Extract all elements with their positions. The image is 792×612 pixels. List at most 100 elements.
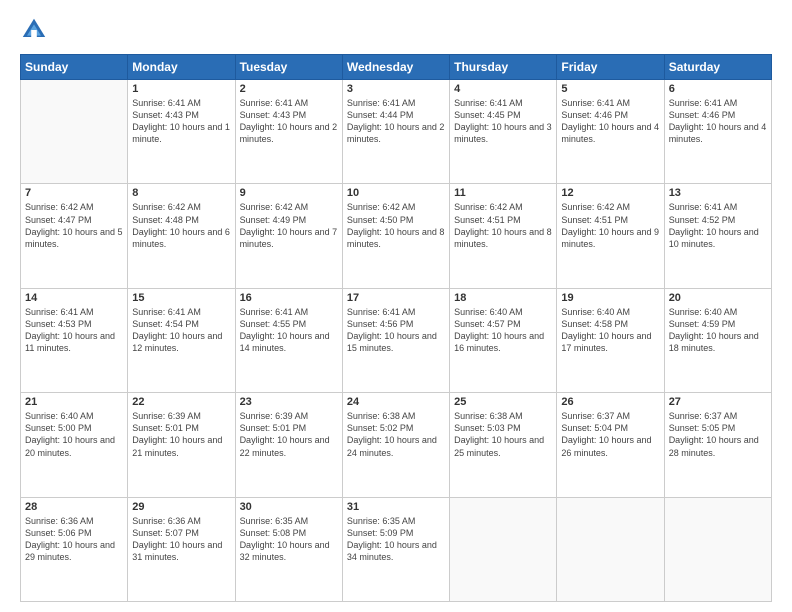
day-info: Sunrise: 6:37 AMSunset: 5:05 PMDaylight:… bbox=[669, 410, 767, 459]
week-row-4: 21Sunrise: 6:40 AMSunset: 5:00 PMDayligh… bbox=[21, 393, 772, 497]
calendar-cell: 4 Sunrise: 6:41 AMSunset: 4:45 PMDaylight… bbox=[450, 80, 557, 184]
day-number: 31 bbox=[347, 501, 445, 513]
day-number: 24 bbox=[347, 396, 445, 408]
calendar-cell: 23 Sunrise: 6:39 AMSunset: 5:01 PMDayligh… bbox=[235, 393, 342, 497]
day-info: Sunrise: 6:42 AMSunset: 4:47 PMDaylight:… bbox=[25, 201, 123, 250]
day-info: Sunrise: 6:42 AMSunset: 4:51 PMDaylight:… bbox=[454, 201, 552, 250]
day-number: 2 bbox=[240, 83, 338, 95]
day-number: 23 bbox=[240, 396, 338, 408]
calendar-cell: 15 Sunrise: 6:41 AMSunset: 4:54 PMDayligh… bbox=[128, 288, 235, 392]
day-number: 6 bbox=[669, 83, 767, 95]
calendar-cell: 28 Sunrise: 6:36 AMSunset: 5:06 PMDayligh… bbox=[21, 497, 128, 601]
day-info: Sunrise: 6:36 AMSunset: 5:06 PMDaylight:… bbox=[25, 515, 123, 564]
calendar-cell bbox=[21, 80, 128, 184]
day-number: 18 bbox=[454, 292, 552, 304]
weekday-header-tuesday: Tuesday bbox=[235, 55, 342, 80]
day-number: 15 bbox=[132, 292, 230, 304]
calendar-cell: 26Sunrise: 6:37 AMSunset: 5:04 PMDayligh… bbox=[557, 393, 664, 497]
day-info: Sunrise: 6:41 AMSunset: 4:54 PMDaylight:… bbox=[132, 306, 230, 355]
day-number: 8 bbox=[132, 187, 230, 199]
week-row-3: 14 Sunrise: 6:41 AMSunset: 4:53 PMDayligh… bbox=[21, 288, 772, 392]
calendar-cell: 25Sunrise: 6:38 AMSunset: 5:03 PMDayligh… bbox=[450, 393, 557, 497]
day-info: Sunrise: 6:39 AMSunset: 5:01 PMDaylight:… bbox=[132, 410, 230, 459]
day-info: Sunrise: 6:42 AMSunset: 4:49 PMDaylight:… bbox=[240, 201, 338, 250]
calendar-cell: 3 Sunrise: 6:41 AMSunset: 4:44 PMDaylight… bbox=[342, 80, 449, 184]
day-info: Sunrise: 6:41 AMSunset: 4:55 PMDaylight:… bbox=[240, 306, 338, 355]
calendar-cell: 24 Sunrise: 6:38 AMSunset: 5:02 PMDayligh… bbox=[342, 393, 449, 497]
day-info: Sunrise: 6:42 AMSunset: 4:48 PMDaylight:… bbox=[132, 201, 230, 250]
day-info: Sunrise: 6:35 AMSunset: 5:08 PMDaylight:… bbox=[240, 515, 338, 564]
day-info: Sunrise: 6:38 AMSunset: 5:02 PMDaylight:… bbox=[347, 410, 445, 459]
calendar-cell: 2 Sunrise: 6:41 AMSunset: 4:43 PMDaylight… bbox=[235, 80, 342, 184]
calendar-cell: 8 Sunrise: 6:42 AMSunset: 4:48 PMDaylight… bbox=[128, 184, 235, 288]
logo bbox=[20, 16, 52, 44]
calendar-cell: 9 Sunrise: 6:42 AMSunset: 4:49 PMDaylight… bbox=[235, 184, 342, 288]
day-number: 29 bbox=[132, 501, 230, 513]
calendar-cell bbox=[664, 497, 771, 601]
calendar-cell: 19 Sunrise: 6:40 AMSunset: 4:58 PMDayligh… bbox=[557, 288, 664, 392]
day-info: Sunrise: 6:41 AMSunset: 4:56 PMDaylight:… bbox=[347, 306, 445, 355]
weekday-header-saturday: Saturday bbox=[664, 55, 771, 80]
day-info: Sunrise: 6:41 AMSunset: 4:44 PMDaylight:… bbox=[347, 97, 445, 146]
calendar-cell bbox=[450, 497, 557, 601]
day-number: 30 bbox=[240, 501, 338, 513]
day-info: Sunrise: 6:42 AMSunset: 4:51 PMDaylight:… bbox=[561, 201, 659, 250]
day-info: Sunrise: 6:36 AMSunset: 5:07 PMDaylight:… bbox=[132, 515, 230, 564]
day-number: 16 bbox=[240, 292, 338, 304]
day-info: Sunrise: 6:41 AMSunset: 4:46 PMDaylight:… bbox=[669, 97, 767, 146]
day-number: 1 bbox=[132, 83, 230, 95]
calendar-cell: 10 Sunrise: 6:42 AMSunset: 4:50 PMDayligh… bbox=[342, 184, 449, 288]
day-info: Sunrise: 6:39 AMSunset: 5:01 PMDaylight:… bbox=[240, 410, 338, 459]
day-number: 19 bbox=[561, 292, 659, 304]
weekday-header-sunday: Sunday bbox=[21, 55, 128, 80]
weekday-header-monday: Monday bbox=[128, 55, 235, 80]
calendar-cell: 14 Sunrise: 6:41 AMSunset: 4:53 PMDayligh… bbox=[21, 288, 128, 392]
day-number: 9 bbox=[240, 187, 338, 199]
day-number: 13 bbox=[669, 187, 767, 199]
header bbox=[20, 16, 772, 44]
week-row-1: 1 Sunrise: 6:41 AMSunset: 4:43 PMDaylight… bbox=[21, 80, 772, 184]
calendar-cell: 7 Sunrise: 6:42 AMSunset: 4:47 PMDaylight… bbox=[21, 184, 128, 288]
week-row-2: 7 Sunrise: 6:42 AMSunset: 4:47 PMDaylight… bbox=[21, 184, 772, 288]
calendar-cell: 1 Sunrise: 6:41 AMSunset: 4:43 PMDaylight… bbox=[128, 80, 235, 184]
day-info: Sunrise: 6:41 AMSunset: 4:43 PMDaylight:… bbox=[240, 97, 338, 146]
weekday-header-thursday: Thursday bbox=[450, 55, 557, 80]
calendar-cell: 29 Sunrise: 6:36 AMSunset: 5:07 PMDayligh… bbox=[128, 497, 235, 601]
calendar-cell: 16 Sunrise: 6:41 AMSunset: 4:55 PMDayligh… bbox=[235, 288, 342, 392]
day-info: Sunrise: 6:35 AMSunset: 5:09 PMDaylight:… bbox=[347, 515, 445, 564]
day-info: Sunrise: 6:41 AMSunset: 4:52 PMDaylight:… bbox=[669, 201, 767, 250]
calendar-cell: 13 Sunrise: 6:41 AMSunset: 4:52 PMDayligh… bbox=[664, 184, 771, 288]
day-info: Sunrise: 6:40 AMSunset: 4:57 PMDaylight:… bbox=[454, 306, 552, 355]
calendar-table: SundayMondayTuesdayWednesdayThursdayFrid… bbox=[20, 54, 772, 602]
day-info: Sunrise: 6:41 AMSunset: 4:46 PMDaylight:… bbox=[561, 97, 659, 146]
day-number: 3 bbox=[347, 83, 445, 95]
calendar-cell bbox=[557, 497, 664, 601]
day-info: Sunrise: 6:41 AMSunset: 4:45 PMDaylight:… bbox=[454, 97, 552, 146]
day-number: 28 bbox=[25, 501, 123, 513]
day-number: 27 bbox=[669, 396, 767, 408]
day-number: 4 bbox=[454, 83, 552, 95]
calendar-cell: 11Sunrise: 6:42 AMSunset: 4:51 PMDayligh… bbox=[450, 184, 557, 288]
calendar-cell: 27 Sunrise: 6:37 AMSunset: 5:05 PMDayligh… bbox=[664, 393, 771, 497]
calendar-cell: 6 Sunrise: 6:41 AMSunset: 4:46 PMDaylight… bbox=[664, 80, 771, 184]
calendar-cell: 22 Sunrise: 6:39 AMSunset: 5:01 PMDayligh… bbox=[128, 393, 235, 497]
day-number: 22 bbox=[132, 396, 230, 408]
weekday-header-friday: Friday bbox=[557, 55, 664, 80]
day-info: Sunrise: 6:40 AMSunset: 4:58 PMDaylight:… bbox=[561, 306, 659, 355]
calendar-cell: 21Sunrise: 6:40 AMSunset: 5:00 PMDayligh… bbox=[21, 393, 128, 497]
week-row-5: 28 Sunrise: 6:36 AMSunset: 5:06 PMDayligh… bbox=[21, 497, 772, 601]
day-number: 14 bbox=[25, 292, 123, 304]
calendar-cell: 20Sunrise: 6:40 AMSunset: 4:59 PMDayligh… bbox=[664, 288, 771, 392]
day-number: 7 bbox=[25, 187, 123, 199]
calendar-cell: 31 Sunrise: 6:35 AMSunset: 5:09 PMDayligh… bbox=[342, 497, 449, 601]
weekday-header-row: SundayMondayTuesdayWednesdayThursdayFrid… bbox=[21, 55, 772, 80]
day-number: 10 bbox=[347, 187, 445, 199]
day-info: Sunrise: 6:42 AMSunset: 4:50 PMDaylight:… bbox=[347, 201, 445, 250]
weekday-header-wednesday: Wednesday bbox=[342, 55, 449, 80]
day-info: Sunrise: 6:40 AMSunset: 5:00 PMDaylight:… bbox=[25, 410, 123, 459]
day-info: Sunrise: 6:41 AMSunset: 4:43 PMDaylight:… bbox=[132, 97, 230, 146]
day-number: 5 bbox=[561, 83, 659, 95]
day-number: 17 bbox=[347, 292, 445, 304]
day-info: Sunrise: 6:38 AMSunset: 5:03 PMDaylight:… bbox=[454, 410, 552, 459]
day-info: Sunrise: 6:41 AMSunset: 4:53 PMDaylight:… bbox=[25, 306, 123, 355]
